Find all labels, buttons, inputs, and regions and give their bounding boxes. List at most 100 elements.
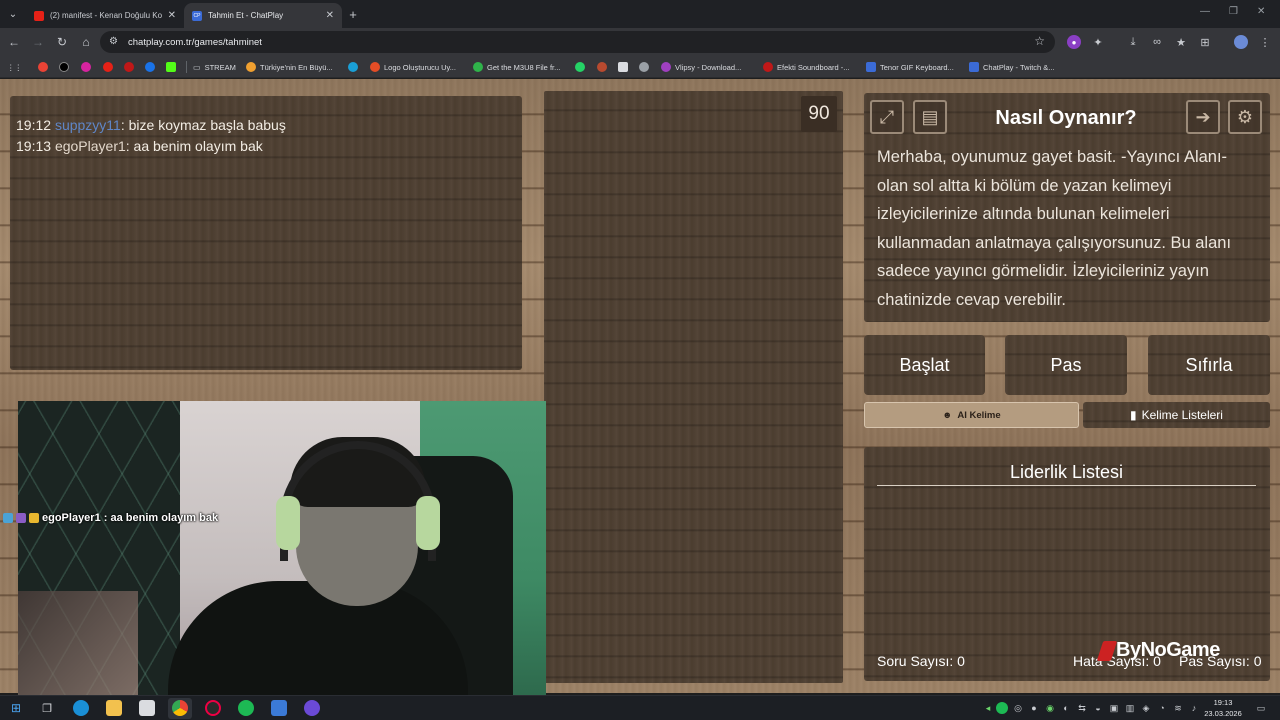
bookmark-star-icon[interactable]: ☆ — [1034, 34, 1045, 48]
apps-grid-icon[interactable]: ⋮⋮ — [7, 60, 22, 74]
tab-search-icon[interactable]: ⌄ — [4, 5, 22, 23]
help-title: Nasıl Oynanır? — [995, 107, 1137, 129]
restore-icon[interactable]: ❐ — [1229, 6, 1238, 17]
gmail-icon[interactable] — [38, 60, 48, 74]
tab-chatplay[interactable]: CP Tahmin Et - ChatPlay ✕ — [184, 3, 342, 28]
address-bar[interactable]: ⚙ chatplay.com.tr/games/tahminet ☆ — [100, 31, 1055, 53]
camera-icon[interactable] — [639, 60, 649, 74]
windows-start-icon[interactable]: ⊞ — [8, 700, 24, 716]
bookmark-item[interactable]: ChatPlay - Twitch &... — [969, 60, 1055, 74]
edge-icon[interactable] — [348, 60, 358, 74]
bookmark-item[interactable]: Tenor GIF Keyboard... — [866, 60, 954, 74]
bookmark-item[interactable]: Get the M3U8 File fr... — [473, 60, 560, 74]
translate-icon[interactable]: ⊞ — [1198, 35, 1212, 49]
bookmark-item[interactable]: Türkiye'nin En Büyü... — [246, 60, 333, 74]
clock-time: 19:13 — [1213, 698, 1233, 707]
whatsapp-icon[interactable] — [575, 60, 585, 74]
start-button[interactable]: Başlat — [864, 335, 985, 395]
reset-button-label: Sıfırla — [1185, 354, 1233, 375]
profile-avatar[interactable] — [1234, 35, 1248, 49]
webcam-feed — [18, 401, 546, 695]
tab-label: Tahmin Et - ChatPlay — [208, 11, 284, 20]
file-explorer-icon[interactable] — [106, 700, 122, 716]
site-icon — [473, 62, 483, 72]
menu-icon[interactable]: ⋮ — [1258, 35, 1272, 49]
tray-icon[interactable]: ◂ — [982, 702, 994, 714]
bookmark-folder-stream[interactable]: ▭ STREAM — [193, 60, 236, 74]
spotify-tray-icon[interactable] — [996, 702, 1008, 714]
word-lists-button[interactable]: ▮ Kelime Listeleri — [1083, 402, 1270, 428]
tray-icon[interactable]: ◒ — [1092, 702, 1104, 714]
tray-icon[interactable]: ◈ — [1140, 702, 1152, 714]
home-icon[interactable]: ⌂ — [78, 34, 94, 50]
bynogame-mark-icon — [1096, 640, 1118, 661]
x-icon[interactable] — [59, 60, 69, 74]
bookmark-item[interactable]: Logo Oluşturucu Uy... — [370, 60, 456, 74]
tab-label: (2) manifest - Kenan Doğulu Ko — [50, 11, 162, 20]
pass-button[interactable]: Pas — [1005, 335, 1127, 395]
minimize-icon[interactable]: — — [1200, 6, 1210, 17]
new-tab-icon[interactable]: + — [344, 5, 362, 23]
close-tab-icon[interactable]: ✕ — [168, 10, 176, 21]
player-icon[interactable] — [145, 60, 155, 74]
bookmark-item[interactable]: Efekti Soundboard -... — [763, 60, 850, 74]
ai-word-label: AI Kelime — [957, 409, 1001, 421]
calculator-icon[interactable] — [139, 700, 155, 716]
download-icon[interactable]: ⤓ — [1126, 35, 1140, 49]
chat-username: egoPlayer1 — [54, 138, 126, 154]
brand-text: ByNoGame — [1116, 639, 1220, 661]
reload-icon[interactable]: ↻ — [54, 34, 70, 50]
extension-icon[interactable]: ● — [1067, 35, 1081, 49]
close-tab-icon[interactable]: ✕ — [326, 10, 334, 21]
chrome-taskbar-icon[interactable] — [172, 700, 188, 716]
instagram-icon[interactable] — [81, 60, 91, 74]
tray-icon[interactable]: ⇆ — [1076, 702, 1088, 714]
circle-icon[interactable] — [597, 60, 607, 74]
word-lists-label: Kelime Listeleri — [1141, 408, 1223, 422]
youtube-bookmark-icon[interactable] — [103, 60, 113, 74]
wifi-icon[interactable]: ≋ — [1172, 702, 1184, 714]
monitor-glow — [18, 591, 138, 695]
notification-icon[interactable]: ▭ — [1255, 702, 1267, 714]
tray-icon[interactable]: ◐ — [1060, 702, 1072, 714]
windows-taskbar: ⊞ ❐ ◂ ◎ ● ◉ ◐ ⇆ ◒ ▣ ▥ ◈ ◔ ≋ ♪ 19:13 23.0… — [0, 695, 1280, 720]
tab-strip: ⌄ (2) manifest - Kenan Doğulu Ko ✕ CP Ta… — [0, 0, 1280, 28]
bookmark-item[interactable]: Vlipsy - Download... — [661, 60, 741, 74]
chat-time: 19:13 — [16, 138, 52, 154]
task-view-icon[interactable]: ❐ — [39, 700, 55, 716]
edge-taskbar-icon[interactable] — [73, 700, 89, 716]
back-icon[interactable]: ← — [6, 34, 22, 50]
tray-icon[interactable]: ◉ — [1044, 702, 1056, 714]
obs-taskbar-icon[interactable] — [205, 700, 221, 716]
network-icon[interactable]: ◔ — [1156, 702, 1168, 714]
tray-icon[interactable]: ▣ — [1108, 702, 1120, 714]
reset-button[interactable]: Sıfırla — [1148, 335, 1270, 395]
discord-taskbar-icon[interactable] — [304, 700, 320, 716]
volume-icon[interactable]: ♪ — [1188, 702, 1200, 714]
extensions-puzzle-icon[interactable]: ✦ — [1091, 35, 1105, 49]
settings-gear-icon[interactable]: ⚙ — [1228, 100, 1262, 134]
ai-word-button[interactable]: ☻ AI Kelime — [864, 402, 1079, 428]
link-icon[interactable]: ∞ — [1150, 35, 1164, 49]
system-clock[interactable]: 19:13 23.03.2026 — [1200, 697, 1246, 719]
countdown-timer: 90 — [801, 96, 837, 132]
exit-icon[interactable]: ➔ — [1186, 100, 1220, 134]
app-taskbar-icon[interactable] — [271, 700, 287, 716]
tab-youtube[interactable]: (2) manifest - Kenan Doğulu Ko ✕ — [26, 3, 184, 28]
stream-chat-overlay: egoPlayer1 : aa benim olayım bak — [3, 512, 218, 524]
fullscreen-icon[interactable]: ⤢ — [870, 100, 904, 134]
notes-icon[interactable]: ▤ — [913, 100, 947, 134]
square-icon[interactable] — [618, 60, 628, 74]
spotify-taskbar-icon[interactable] — [238, 700, 254, 716]
forward-icon[interactable]: → — [30, 34, 46, 50]
tray-icon[interactable]: ◎ — [1012, 702, 1024, 714]
tray-icon[interactable]: ● — [1028, 702, 1040, 714]
favorites-icon[interactable]: ★ — [1174, 35, 1188, 49]
kick-icon[interactable] — [166, 60, 176, 74]
site-info-icon[interactable]: ⚙ — [109, 36, 121, 48]
pinned-icon[interactable] — [124, 60, 134, 74]
robot-icon: ☻ — [942, 409, 953, 421]
pass-button-label: Pas — [1050, 354, 1082, 375]
close-window-icon[interactable]: ✕ — [1257, 6, 1265, 17]
tray-icon[interactable]: ▥ — [1124, 702, 1136, 714]
